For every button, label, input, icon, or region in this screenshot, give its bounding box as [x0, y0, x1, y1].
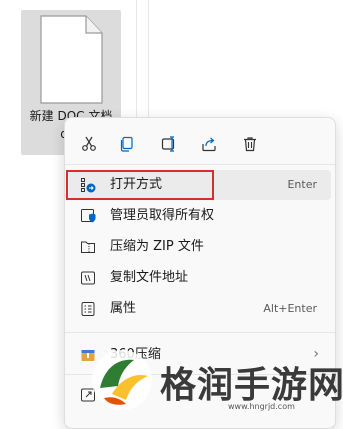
document-file-icon — [40, 15, 103, 104]
menu-item-label: 压缩为 ZIP 文件 — [110, 239, 204, 254]
menu-item-label: 复制文件地址 — [110, 270, 189, 285]
cut-icon[interactable] — [75, 130, 103, 158]
menu-toolbar — [65, 124, 335, 164]
watermark-text: 格润手游网 — [160, 365, 343, 406]
menu-item-label: 管理员取得所有权 — [110, 208, 215, 223]
delete-icon[interactable] — [236, 130, 264, 158]
properties-icon — [81, 302, 95, 316]
rename-icon[interactable] — [155, 130, 183, 158]
menu-item-label: 属性 — [110, 301, 137, 316]
menu-item-compress-zip[interactable]: 压缩为 ZIP 文件 — [69, 232, 331, 262]
shield-icon — [81, 209, 96, 223]
copy-path-icon — [81, 271, 95, 285]
shortcut-hint: Enter — [287, 178, 317, 191]
watermark-url: www.hngrjd.com — [228, 402, 295, 411]
zip-folder-icon — [81, 241, 95, 253]
menu-separator — [65, 164, 335, 165]
copy-icon[interactable] — [113, 130, 141, 158]
menu-item-properties[interactable]: 属性 Alt+Enter — [69, 294, 331, 324]
watermark-logo-icon — [92, 350, 152, 410]
share-icon[interactable] — [195, 130, 223, 158]
menu-item-copy-path[interactable]: 复制文件地址 — [69, 263, 331, 293]
highlight-box — [66, 170, 214, 200]
menu-separator — [65, 332, 335, 333]
menu-item-take-ownership[interactable]: 管理员取得所有权 — [69, 201, 331, 231]
shortcut-hint: Alt+Enter — [263, 302, 317, 315]
